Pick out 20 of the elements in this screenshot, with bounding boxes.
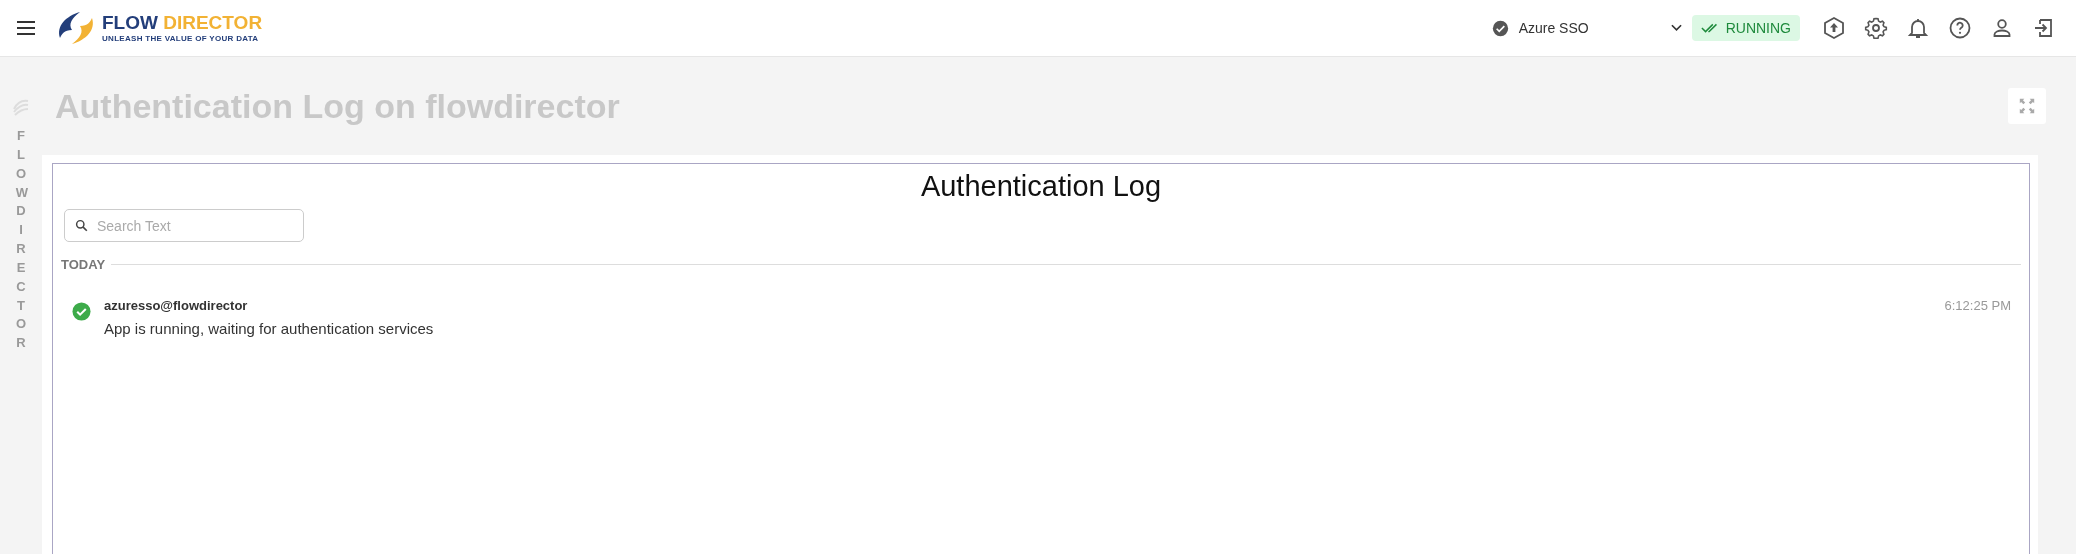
log-message: App is running, waiting for authentication services [104,320,435,337]
logo-text: DIRECTOR [163,12,263,33]
search-field[interactable]: Search Text [64,209,304,242]
upload-icon[interactable] [1822,16,1846,40]
fullscreen-icon [2018,97,2036,115]
log-time: 6:12:25 PM [1944,298,2011,313]
log-user: azuresso@flowdirector [104,298,249,313]
settings-icon[interactable] [1864,16,1888,40]
search-icon [75,219,88,232]
panel-title: Authentication Log [919,170,1163,203]
bell-icon[interactable] [1906,16,1930,40]
status-badge: RUNNING [1691,15,1800,41]
date-group-label: TODAY [61,257,106,272]
provider-dropdown[interactable]: Azure SSO [1491,19,1682,37]
help-icon[interactable] [1948,16,1972,40]
logo-tagline: UNLEASH THE VALUE OF YOUR DATA [102,34,260,43]
chevron-down-icon [1670,24,1682,32]
check-circle-icon [1491,19,1509,37]
logo-text: FLOW [102,12,158,33]
sidebar-label: FLOWDIRECTOR [15,127,27,353]
